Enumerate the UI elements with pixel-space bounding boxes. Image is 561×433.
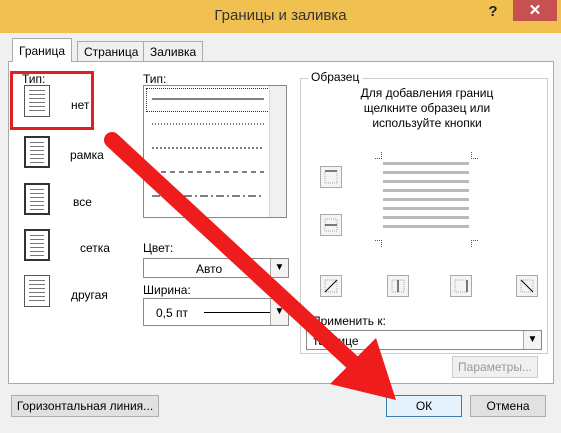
tab-border[interactable]: Граница	[12, 38, 73, 62]
annotation-arrow	[104, 132, 396, 400]
